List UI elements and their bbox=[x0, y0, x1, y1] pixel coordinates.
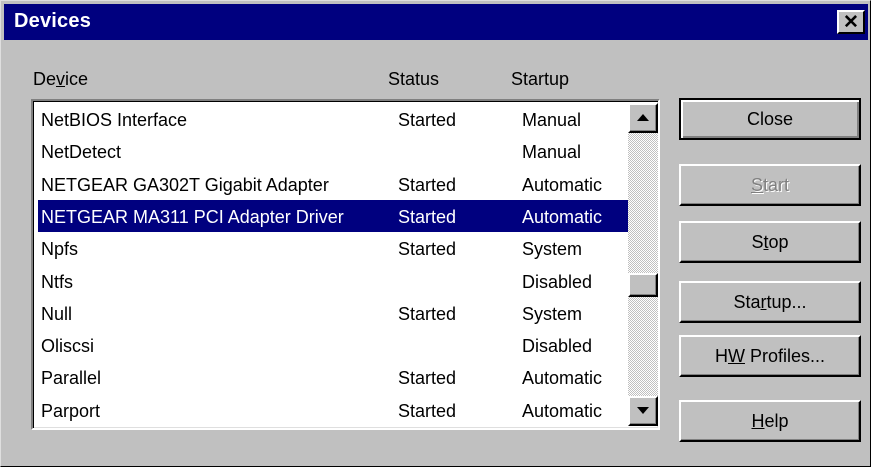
devices-dialog: Devices ✕ Device Status Startup NetBIOS … bbox=[0, 0, 871, 467]
device-startup: Manual bbox=[522, 142, 582, 163]
column-header-device: Device bbox=[33, 69, 89, 89]
stop-button[interactable]: Stop bbox=[679, 221, 861, 263]
device-startup: System bbox=[522, 303, 583, 324]
scroll-up-button[interactable] bbox=[628, 103, 658, 133]
list-item[interactable]: NETGEAR MA311 PCI Adapter Driver Started A… bbox=[38, 199, 628, 232]
device-status: Started bbox=[398, 400, 457, 421]
list-item[interactable]: NetBIOS Interface Started Manual bbox=[38, 103, 628, 135]
hw-profiles-button-label: HW Profiles... bbox=[714, 345, 826, 366]
vertical-scrollbar[interactable] bbox=[628, 103, 658, 426]
list-item[interactable]: Parallel Started Automatic bbox=[38, 361, 628, 393]
device-status: Started bbox=[398, 368, 457, 389]
device-startup: Manual bbox=[522, 110, 582, 130]
device-startup: Automatic bbox=[522, 206, 603, 227]
device-name: NETGEAR GA302T Gigabit Adapter bbox=[41, 174, 329, 195]
column-header-startup: Startup bbox=[511, 69, 570, 89]
list-item[interactable]: Null Started System bbox=[38, 297, 628, 329]
device-list[interactable]: NetBIOS Interface Started Manual NetDetect M… bbox=[31, 99, 660, 430]
down-arrow-icon bbox=[637, 407, 649, 414]
list-item[interactable]: NetDetect Manual bbox=[38, 135, 628, 167]
device-name: NetBIOS Interface bbox=[41, 110, 188, 130]
device-name: NetDetect bbox=[41, 142, 122, 163]
device-startup: Disabled bbox=[522, 336, 593, 357]
close-icon[interactable]: ✕ bbox=[837, 10, 865, 34]
device-name: Parallel bbox=[41, 368, 102, 389]
column-header-status: Status bbox=[388, 69, 440, 89]
stop-button-label: Stop bbox=[751, 231, 789, 252]
title-bar[interactable]: Devices ✕ bbox=[4, 4, 868, 40]
list-item[interactable]: Oliscsi Disabled bbox=[38, 329, 628, 361]
device-startup: Automatic bbox=[522, 400, 603, 421]
list-item[interactable]: Ntfs Disabled bbox=[38, 265, 628, 297]
device-status: Started bbox=[398, 206, 457, 227]
list-item[interactable]: Parport Started Automatic bbox=[38, 394, 628, 426]
device-status: Started bbox=[398, 303, 457, 324]
device-status: Started bbox=[398, 239, 457, 260]
startup-button-label: Startup... bbox=[733, 291, 807, 312]
list-item[interactable]: Npfs Started System bbox=[38, 232, 628, 264]
device-name: NETGEAR MA311 PCI Adapter Driver bbox=[41, 206, 344, 227]
device-name: Parport bbox=[41, 400, 101, 421]
device-startup: System bbox=[522, 239, 583, 260]
help-button-label: Help bbox=[751, 410, 789, 431]
device-status: Started bbox=[398, 174, 457, 195]
device-name: Null bbox=[41, 303, 73, 324]
device-startup: Disabled bbox=[522, 271, 593, 292]
start-button[interactable]: Start bbox=[679, 164, 861, 206]
device-startup: Automatic bbox=[522, 174, 603, 195]
device-startup: Automatic bbox=[522, 368, 603, 389]
close-button[interactable]: Close bbox=[679, 98, 861, 140]
device-name: Oliscsi bbox=[41, 336, 94, 357]
close-button-label: Close bbox=[746, 108, 794, 129]
window-title: Devices bbox=[14, 10, 92, 32]
device-status: Started bbox=[398, 110, 457, 130]
scrollbar-thumb[interactable] bbox=[628, 273, 658, 297]
help-button[interactable]: Help bbox=[679, 400, 861, 442]
scroll-down-button[interactable] bbox=[628, 396, 658, 426]
up-arrow-icon bbox=[637, 114, 649, 121]
startup-button[interactable]: Startup... bbox=[679, 281, 861, 323]
device-name: Ntfs bbox=[41, 271, 74, 292]
start-button-label: Start bbox=[750, 174, 790, 195]
list-item[interactable]: NETGEAR GA302T Gigabit Adapter Started Aut… bbox=[38, 168, 628, 200]
hw-profiles-button[interactable]: HW Profiles... bbox=[679, 335, 861, 377]
device-name: Npfs bbox=[41, 239, 79, 260]
